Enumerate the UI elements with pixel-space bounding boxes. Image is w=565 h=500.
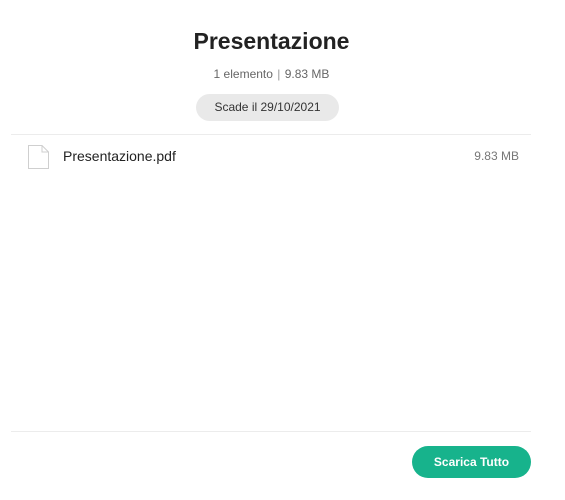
file-size: 9.83 MB	[474, 149, 519, 163]
expiry-badge: Scade il 29/10/2021	[196, 94, 339, 121]
bottom-divider	[11, 431, 531, 432]
total-size: 9.83 MB	[284, 67, 330, 81]
item-count: 1 elemento	[213, 67, 273, 81]
transfer-summary: 1 elemento | 9.83 MB	[0, 66, 543, 82]
download-all-button[interactable]: Scarica Tutto	[412, 446, 531, 478]
file-name: Presentazione.pdf	[63, 148, 176, 164]
file-icon	[28, 145, 49, 169]
file-list-item[interactable]: Presentazione.pdf 9.83 MB	[11, 140, 531, 174]
top-divider	[11, 134, 531, 135]
page-title: Presentazione	[193, 28, 350, 54]
summary-separator: |	[277, 67, 281, 81]
transfer-page: Presentazione 1 elemento | 9.83 MB Scade…	[0, 0, 565, 500]
